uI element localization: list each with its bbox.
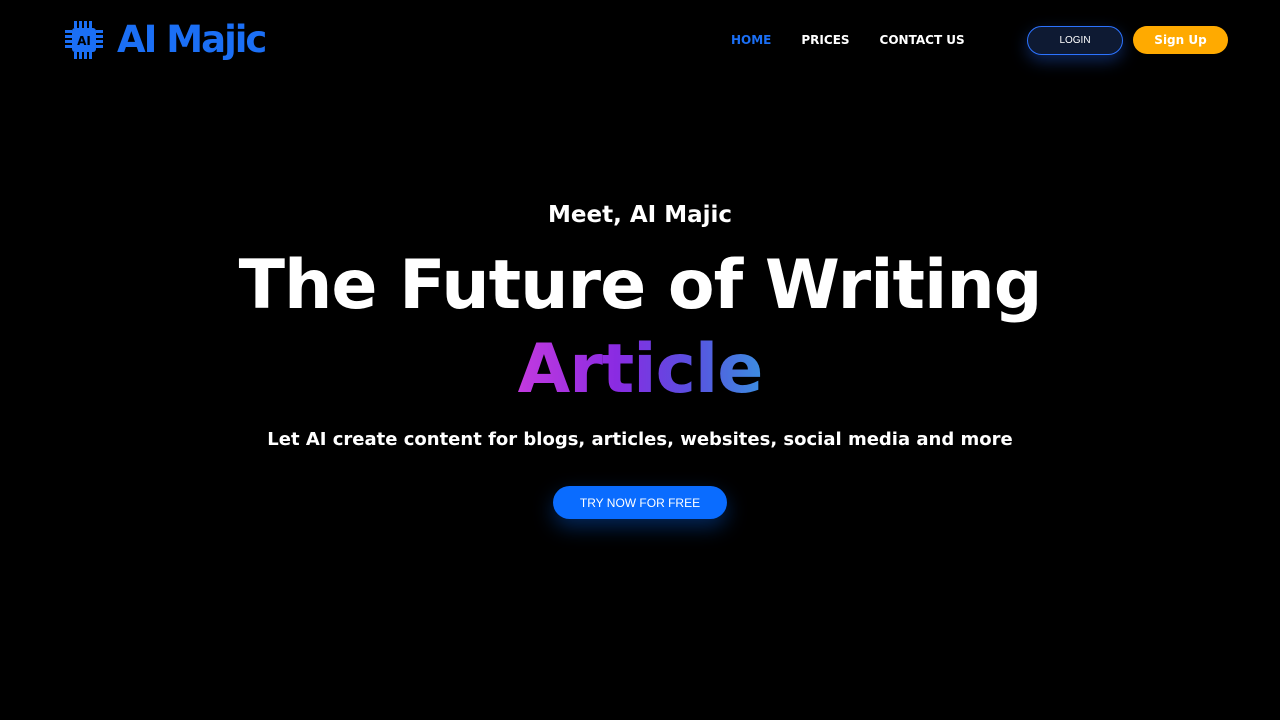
hero-accent-wrapper: Article [0, 330, 1280, 410]
hero-subline: Let AI create content for blogs, article… [267, 429, 1013, 450]
nav-contact[interactable]: CONTACT US [880, 32, 965, 48]
main-nav: HOME PRICES CONTACT US [731, 32, 965, 48]
hero-eyebrow: Meet, AI Majic [548, 202, 732, 228]
login-button[interactable]: LOGIN [1027, 26, 1123, 55]
try-free-button[interactable]: TRY NOW FOR FREE [553, 486, 727, 519]
signup-button[interactable]: Sign Up [1133, 26, 1228, 54]
page: AI AI Majic HOME PRICES CONTACT US LOGIN… [0, 0, 1280, 720]
nav-prices[interactable]: PRICES [801, 32, 849, 48]
hero-accent-word: Article [517, 330, 764, 409]
chip-label: AI [77, 34, 91, 48]
brand-name: AI Majic [117, 18, 267, 61]
logo[interactable]: AI AI Majic [63, 18, 267, 62]
hero-headline: The Future of Writing [238, 246, 1043, 325]
site-header: AI AI Majic HOME PRICES CONTACT US LOGIN… [0, 0, 1280, 80]
nav-home[interactable]: HOME [731, 32, 771, 48]
chip-icon: AI [65, 21, 103, 59]
